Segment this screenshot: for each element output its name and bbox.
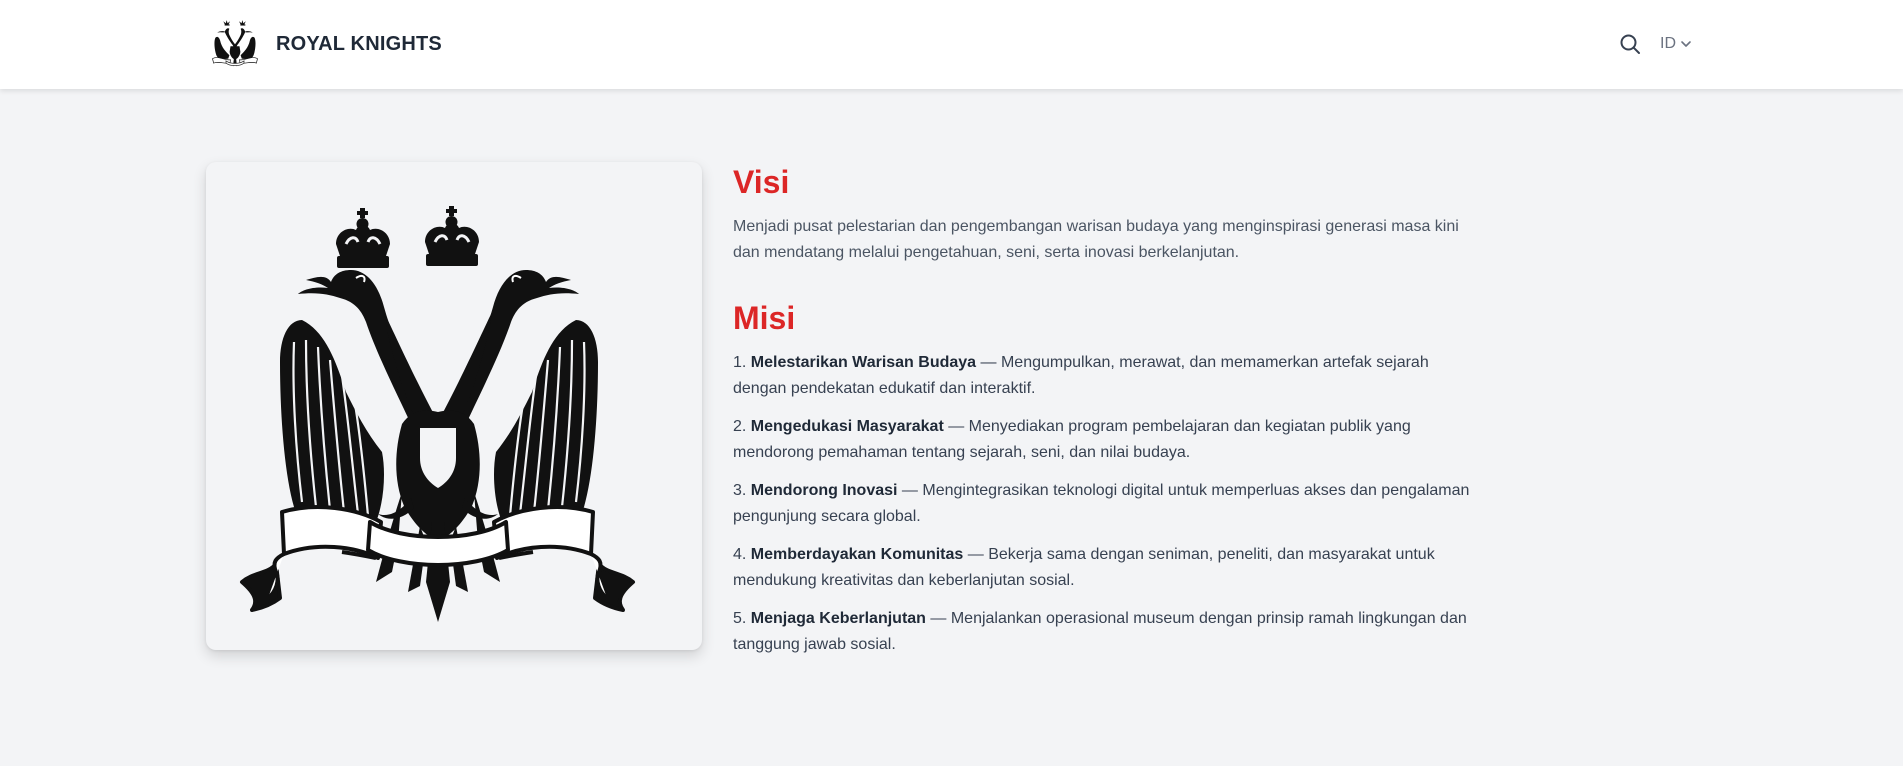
mission-item: 3. Mendorong Inovasi — Mengintegrasikan … — [733, 478, 1483, 530]
left-crown-icon — [336, 208, 390, 268]
brand-name: ROYAL KNIGHTS — [276, 32, 442, 55]
mission-item-title: Memberdayakan Komunitas — [750, 546, 964, 563]
mission-item-title: Melestarikan Warisan Budaya — [750, 354, 977, 371]
mission-item: 2. Mengedukasi Masyarakat — Menyediakan … — [733, 414, 1483, 466]
top-navbar: ROYAL KNIGHTS ID — [0, 0, 1903, 89]
search-icon — [1620, 34, 1640, 54]
right-wing — [494, 320, 598, 524]
double-headed-eagle-icon — [212, 20, 258, 67]
mission-item: 5. Menjaga Keberlanjutan — Menjalankan o… — [733, 606, 1483, 658]
emblem-card — [206, 162, 702, 650]
right-crown-icon — [425, 206, 479, 266]
mission-item-number: 5. — [733, 610, 747, 627]
mission-item-title: Mendorong Inovasi — [750, 482, 898, 499]
mission-item-number: 2. — [733, 418, 747, 435]
vision-text: Menjadi pusat pelestarian dan pengembang… — [733, 218, 1459, 261]
double-headed-eagle-emblem — [240, 206, 635, 622]
mission-item-number: 3. — [733, 482, 747, 499]
language-selector[interactable]: ID — [1660, 35, 1692, 53]
mission-item: 1. Melestarikan Warisan Budaya — Mengump… — [733, 350, 1483, 402]
mission-title: Misi — [733, 300, 796, 336]
chevron-down-icon — [1681, 41, 1691, 47]
vision-mission-content: Visi Menjadi pusat pelestarian dan penge… — [733, 162, 1483, 670]
vision-title: Visi — [733, 164, 790, 200]
mission-item-title: Menjaga Keberlanjutan — [750, 610, 926, 627]
mission-item: 4. Memberdayakan Komunitas — Bekerja sam… — [733, 542, 1483, 594]
eagle-body — [376, 410, 500, 622]
left-wing — [280, 320, 384, 524]
mission-list: 1. Melestarikan Warisan Budaya — Mengump… — [733, 350, 1483, 658]
brand-link[interactable]: ROYAL KNIGHTS — [208, 18, 442, 70]
mission-item-title: Mengedukasi Masyarakat — [750, 418, 944, 435]
mission-item-number: 1. — [733, 354, 747, 371]
search-button[interactable] — [1616, 30, 1644, 58]
header-actions: ID — [1616, 30, 1692, 58]
mission-item-number: 4. — [733, 546, 747, 563]
language-label: ID — [1660, 35, 1676, 52]
